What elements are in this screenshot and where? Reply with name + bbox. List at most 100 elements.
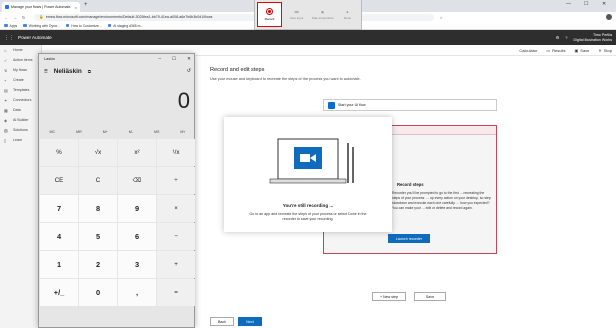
settings-icon[interactable]: ⚙ — [556, 35, 560, 40]
help-icon[interactable]: ? — [565, 35, 567, 40]
keep-on-top-icon[interactable]: ⧉ — [88, 69, 91, 74]
digit-5-key[interactable]: 5 — [79, 223, 117, 250]
backspace-key[interactable]: ⌫ — [118, 167, 156, 194]
launch-recorder-button[interactable]: Launch recorder — [388, 234, 430, 243]
avatar[interactable] — [606, 14, 612, 20]
star-icon[interactable]: ☆ — [439, 15, 443, 20]
calculator-command[interactable]: Calculator — [519, 48, 537, 53]
flow-icon: ↯ — [4, 67, 8, 73]
nav-connectors[interactable]: ⚭ Connectors — [0, 95, 41, 105]
next-button[interactable]: Next — [238, 317, 262, 326]
screenshot-button[interactable]: ▣ Take screenshot — [310, 2, 335, 27]
menu-icon[interactable]: ≡ — [44, 68, 48, 75]
page-title: Record and edit steps — [210, 67, 265, 73]
digit-8-key[interactable]: 8 — [79, 195, 117, 222]
app-header: ⋮⋮ Power Automate ⚙ ? Timo Pertila Digit… — [0, 30, 616, 45]
nav-templates[interactable]: ▤ Templates — [0, 85, 41, 95]
multiply-key[interactable]: × — [157, 195, 195, 222]
memory-add-button[interactable]: M+ — [103, 130, 108, 134]
digit-4-key[interactable]: 4 — [40, 223, 78, 250]
memory-store-button[interactable]: MS — [154, 130, 159, 134]
maximize-icon[interactable]: ☐ — [172, 56, 176, 62]
done-button[interactable]: ■ Done — [335, 2, 360, 27]
add-key[interactable]: + — [157, 251, 195, 278]
nav-my-flows[interactable]: ↯ My flows — [0, 65, 41, 75]
left-nav: ⌂ Home ✓ Action items ↯ My flows + Create ▤ T… — [0, 45, 42, 328]
bookmark-2[interactable]: How to Customize... — [65, 24, 102, 28]
user-info[interactable]: Timo Pertila Digital Illustration Works — [574, 33, 612, 43]
back-button[interactable]: Back — [210, 317, 234, 326]
memory-row: MC MR M+ M- MS M˅ — [39, 127, 196, 137]
results-command[interactable]: ▭ Results — [546, 48, 565, 53]
digit-1-key[interactable]: 1 — [40, 251, 78, 278]
calculator-mode-header: ≡ Neliäskin ⧉ ↺ — [39, 64, 196, 78]
results-icon: ▭ — [546, 47, 551, 53]
new-tab-icon[interactable]: + — [84, 2, 88, 8]
nav-ai-builder[interactable]: ◈ AI Builder — [0, 115, 41, 125]
record-steps-title: Record steps — [397, 182, 424, 187]
record-button[interactable]: Record — [257, 2, 282, 27]
bookmark-icon — [23, 23, 27, 28]
calculator-display: 0 — [177, 88, 190, 113]
nav-home[interactable]: ⌂ Home — [0, 45, 41, 55]
bookmark-3[interactable]: AI staging d365.m... — [107, 24, 143, 28]
nav-create[interactable]: + Create — [0, 75, 41, 85]
digit-0-key[interactable]: 0 — [79, 279, 117, 306]
close-window-icon[interactable]: ✕ — [602, 1, 606, 7]
minimize-icon[interactable]: – — [158, 56, 161, 62]
lock-icon: 🔒 — [39, 15, 44, 19]
digit-6-key[interactable]: 6 — [118, 223, 156, 250]
nav-solutions[interactable]: ▧ Solutions — [0, 125, 41, 135]
close-icon[interactable]: ✕ — [187, 56, 191, 62]
user-input-button[interactable]: ⌨ User input — [284, 2, 309, 27]
stop-icon: ✕ — [598, 47, 602, 53]
browser-tab[interactable]: Manage your flows | Power Automate × — [2, 2, 80, 12]
nav-data[interactable]: ▦ Data — [0, 105, 41, 115]
equals-key[interactable]: = — [157, 279, 195, 306]
save-command[interactable]: ▣ Save — [575, 48, 590, 53]
divide-key[interactable]: ÷ — [157, 167, 195, 194]
square-root-key[interactable]: √x — [79, 139, 117, 166]
memory-recall-button[interactable]: MR — [76, 130, 82, 134]
back-icon[interactable]: ← — [4, 15, 8, 20]
negate-key[interactable]: +/_ — [40, 279, 78, 306]
close-icon[interactable]: × — [75, 5, 77, 10]
record-steps-text: Recorder you'll be prompted to go to the… — [392, 191, 491, 210]
recording-modal: You're still recording ... Go to an app … — [224, 117, 392, 232]
memory-subtract-button[interactable]: M- — [129, 130, 133, 134]
reload-icon[interactable]: ↻ — [22, 15, 25, 20]
new-step-button[interactable]: + New step — [372, 292, 406, 301]
app-launcher-icon[interactable]: ⋮⋮ — [4, 35, 14, 41]
subtract-key[interactable]: − — [157, 223, 195, 250]
memory-clear-button[interactable]: MC — [50, 130, 56, 134]
nav-action-items[interactable]: ✓ Action items — [0, 55, 41, 65]
power-automate-icon — [5, 5, 9, 9]
minimize-icon[interactable]: — — [566, 1, 571, 7]
bookmark-apps[interactable]: Apps — [4, 24, 17, 28]
apps-icon — [4, 23, 8, 28]
forward-icon[interactable]: → — [13, 15, 17, 20]
ai-icon: ◈ — [4, 117, 8, 123]
digit-3-key[interactable]: 3 — [118, 251, 156, 278]
digit-7-key[interactable]: 7 — [40, 195, 78, 222]
record-icon — [266, 8, 273, 15]
square-key[interactable]: x² — [118, 139, 156, 166]
clear-key[interactable]: C — [79, 167, 117, 194]
reciprocal-key[interactable]: ¹/x — [157, 139, 195, 166]
home-icon: ⌂ — [4, 47, 7, 53]
digit-2-key[interactable]: 2 — [79, 251, 117, 278]
bookmark-1[interactable]: Working with Dyna... — [23, 24, 60, 28]
nav-learn[interactable]: ▯ Learn — [0, 135, 41, 145]
memory-list-button[interactable]: M˅ — [180, 130, 185, 134]
history-icon[interactable]: ↺ — [187, 68, 191, 74]
clear-entry-key[interactable]: CE — [40, 167, 78, 194]
digit-9-key[interactable]: 9 — [118, 195, 156, 222]
percent-key[interactable]: % — [40, 139, 78, 166]
save-button[interactable]: Save — [414, 292, 446, 301]
decimal-key[interactable]: , — [118, 279, 156, 306]
tab-title: Manage your flows | Power Automate — [11, 5, 71, 9]
start-ui-flow-card[interactable]: Start your UI flow — [323, 99, 497, 111]
url-field[interactable]: 🔒 emea.flow.microsoft.com/manage/environ… — [34, 13, 435, 21]
maximize-icon[interactable]: ☐ — [584, 1, 588, 7]
stop-command[interactable]: ✕ Stop — [598, 48, 612, 53]
